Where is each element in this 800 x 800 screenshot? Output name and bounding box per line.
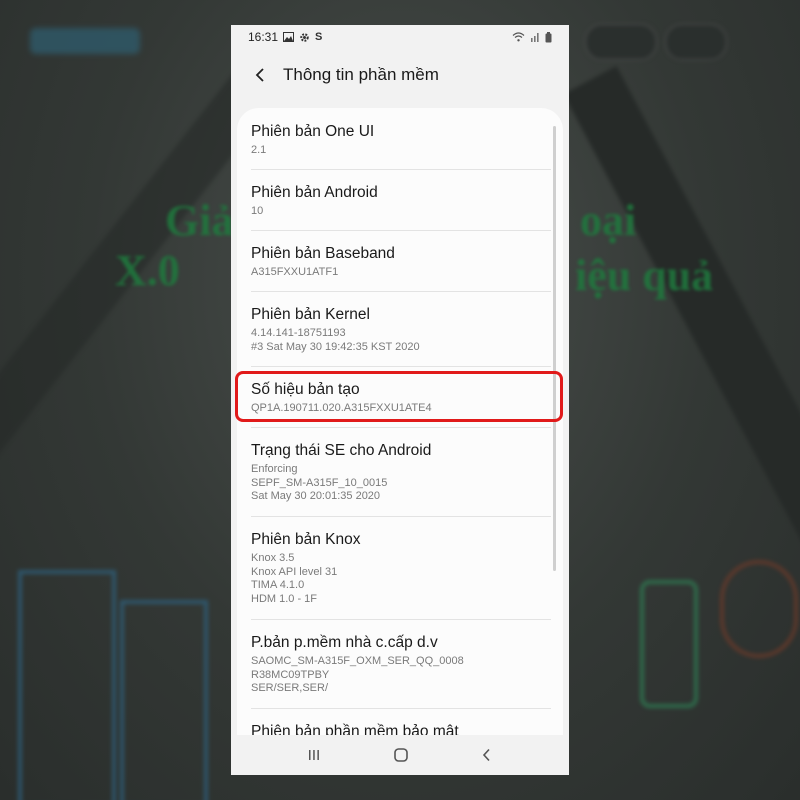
list-item-title: Phiên bản Knox bbox=[251, 531, 361, 548]
list-item-title: Trạng thái SE cho Android bbox=[251, 442, 432, 459]
list-item-carrier-software-version[interactable]: P.bản p.mềm nhà c.cấp d.v SAOMC_SM-A315F… bbox=[251, 633, 551, 696]
background-glow-text: Giả bbox=[165, 196, 234, 245]
navigation-bar bbox=[231, 735, 569, 775]
background-pill bbox=[665, 24, 727, 60]
divider bbox=[251, 230, 551, 231]
list-item-value-line: SEPF_SM-A315F_10_0015 bbox=[251, 476, 388, 489]
list-item-value-line: 4.14.141-18751193 bbox=[251, 327, 346, 339]
list-item-value: 10 bbox=[251, 205, 264, 217]
highlight-box bbox=[235, 371, 563, 422]
s-icon: S bbox=[315, 31, 323, 43]
divider bbox=[251, 427, 551, 428]
battery-icon bbox=[545, 31, 552, 43]
list-item-value-line: HDM 1.0 - 1F bbox=[251, 592, 318, 605]
background-shape bbox=[120, 600, 208, 800]
background-logo bbox=[30, 28, 140, 54]
list-item-value-line: R38MC09TPBY bbox=[251, 668, 330, 681]
status-time: 16:31 bbox=[248, 30, 279, 44]
list-item-se-android-status[interactable]: Trạng thái SE cho Android Enforcing SEPF… bbox=[251, 441, 551, 504]
background-shape bbox=[640, 580, 698, 708]
divider bbox=[251, 516, 551, 517]
image-icon bbox=[283, 32, 295, 42]
list-item-value-line: SAOMC_SM-A315F_OXM_SER_QQ_0008 bbox=[251, 655, 464, 667]
list-item-title: Phiên bản Kernel bbox=[251, 306, 370, 323]
list-item-value: 4.14.141-18751193 #3 Sat May 30 19:42:35… bbox=[251, 327, 551, 354]
list-item-value: SAOMC_SM-A315F_OXM_SER_QQ_0008 R38MC09TP… bbox=[251, 655, 551, 696]
list-item-value-line: Enforcing bbox=[251, 463, 298, 475]
back-arrow-icon[interactable] bbox=[249, 64, 271, 86]
list-item-value-line: Knox API level 31 bbox=[251, 565, 338, 578]
list-item-value-line: Knox 3.5 bbox=[251, 552, 295, 564]
divider bbox=[251, 619, 551, 620]
list-item-baseband-version[interactable]: Phiên bản Baseband A315FXXU1ATF1 bbox=[251, 244, 551, 280]
background-glow-text: oại bbox=[580, 196, 637, 245]
list-item-title: P.bản p.mềm nhà c.cấp d.v bbox=[251, 634, 438, 651]
list-item-android-version[interactable]: Phiên bản Android 10 bbox=[251, 183, 551, 219]
page-title: Thông tin phần mềm bbox=[283, 65, 439, 84]
gear-icon bbox=[299, 32, 310, 43]
list-item-value: A315FXXU1ATF1 bbox=[251, 266, 339, 278]
divider bbox=[251, 708, 551, 709]
background-shape bbox=[18, 570, 116, 800]
list-item-value-line: #3 Sat May 30 19:42:35 KST 2020 bbox=[251, 340, 420, 353]
list-item-value: 2.1 bbox=[251, 144, 267, 156]
list-item-title: Phiên bản Baseband bbox=[251, 245, 395, 262]
home-icon[interactable] bbox=[393, 747, 409, 763]
scrollbar[interactable] bbox=[553, 126, 556, 571]
wifi-icon bbox=[512, 32, 525, 42]
list-item-value-line: TIMA 4.1.0 bbox=[251, 579, 305, 592]
list-item-value-line: SER/SER,SER/ bbox=[251, 682, 329, 695]
divider bbox=[251, 169, 551, 170]
divider bbox=[251, 291, 551, 292]
list-item-knox-version[interactable]: Phiên bản Knox Knox 3.5 Knox API level 3… bbox=[251, 530, 551, 606]
background-shape bbox=[720, 560, 798, 658]
settings-list[interactable]: Phiên bản One UI 2.1 Phiên bản Android 1… bbox=[237, 108, 563, 748]
list-item-value-line: Sat May 30 20:01:35 2020 bbox=[251, 490, 381, 503]
divider bbox=[251, 366, 551, 367]
list-item-title: Phiên bản One UI bbox=[251, 123, 375, 140]
list-item-title: Phiên bản Android bbox=[251, 184, 378, 201]
signal-icon bbox=[530, 32, 540, 42]
recents-icon[interactable] bbox=[307, 748, 321, 762]
back-icon[interactable] bbox=[481, 748, 493, 762]
list-item-kernel-version[interactable]: Phiên bản Kernel 4.14.141-18751193 #3 Sa… bbox=[251, 305, 551, 354]
background-pill bbox=[585, 24, 657, 60]
status-bar: 16:31 S bbox=[231, 25, 569, 49]
background-glow-text: iệu quả bbox=[575, 251, 714, 300]
list-item-one-ui-version[interactable]: Phiên bản One UI 2.1 bbox=[251, 122, 551, 158]
list-item-value: Knox 3.5 Knox API level 31 TIMA 4.1.0 HD… bbox=[251, 552, 551, 606]
background-glow-text: X.0 bbox=[115, 246, 180, 295]
app-header: Thông tin phần mềm bbox=[231, 49, 569, 101]
list-item-value: Enforcing SEPF_SM-A315F_10_0015 Sat May … bbox=[251, 463, 551, 504]
